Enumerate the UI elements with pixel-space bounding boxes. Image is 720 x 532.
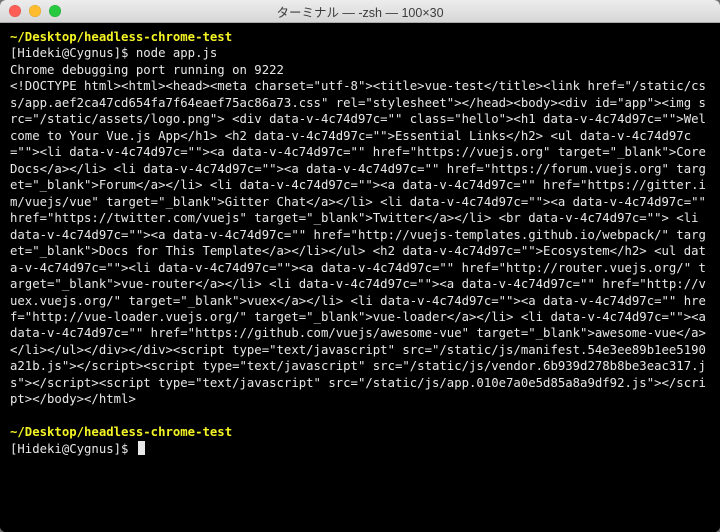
cursor-icon xyxy=(138,441,145,455)
terminal-window: ターミナル — -zsh — 100×30 ~/Desktop/headless… xyxy=(0,0,720,532)
close-icon[interactable] xyxy=(9,5,21,17)
window-title: ターミナル — -zsh — 100×30 xyxy=(0,2,720,21)
prompt-line-2: [Hideki@Cygnus]$ xyxy=(10,441,710,457)
output-line: Chrome debugging port running on 9222 xyxy=(10,62,710,78)
blank-line xyxy=(10,408,710,424)
cwd-text-2: ~/Desktop/headless-chrome-test xyxy=(10,425,232,439)
minimize-icon[interactable] xyxy=(29,5,41,17)
prompt-line: [Hideki@Cygnus]$ node app.js xyxy=(10,45,710,61)
prompt-path: ~/Desktop/headless-chrome-test xyxy=(10,29,710,45)
cwd-text: ~/Desktop/headless-chrome-test xyxy=(10,30,232,44)
titlebar: ターミナル — -zsh — 100×30 xyxy=(0,0,720,23)
html-output: <!DOCTYPE html><html><head><meta charset… xyxy=(10,78,710,407)
traffic-lights xyxy=(0,5,61,17)
zoom-icon[interactable] xyxy=(49,5,61,17)
prompt-user: [Hideki@Cygnus]$ xyxy=(10,46,136,60)
running-text: Chrome debugging port running on 9222 xyxy=(10,63,284,77)
prompt-user-2: [Hideki@Cygnus]$ xyxy=(10,442,136,456)
html-dump: <!DOCTYPE html><html><head><meta charset… xyxy=(10,79,713,406)
terminal-body[interactable]: ~/Desktop/headless-chrome-test [Hideki@C… xyxy=(0,23,720,532)
prompt-path-2: ~/Desktop/headless-chrome-test xyxy=(10,424,710,440)
command-text: node app.js xyxy=(136,46,217,60)
